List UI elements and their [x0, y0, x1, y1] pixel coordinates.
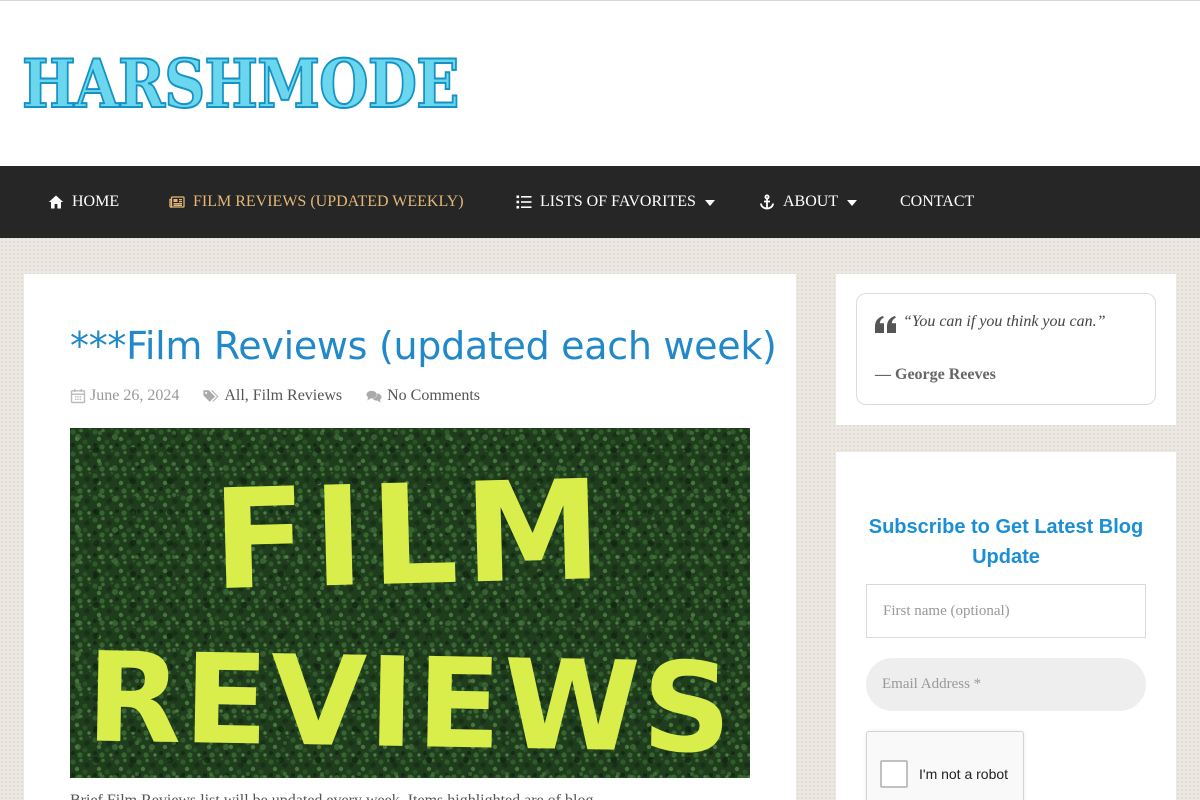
post-excerpt: Brief Film Reviews list will be updated … — [70, 792, 750, 800]
nav-label-film-reviews: FILM REVIEWS (UPDATED WEEKLY) — [193, 193, 464, 210]
poster-title-line2: REVIEWS — [85, 626, 734, 778]
subscribe-title: Subscribe to Get Latest Blog Update — [868, 516, 1144, 568]
quote-text: “You can if you think you can.” — [903, 313, 1106, 330]
anchor-icon — [759, 194, 775, 210]
post-meta: June 26, 2024 All , Film Reviews No Comm… — [70, 385, 504, 407]
site-logo[interactable]: HARSHMODE — [21, 50, 460, 118]
nav-item-film-reviews[interactable]: FILM REVIEWS (UPDATED WEEKLY) — [169, 166, 464, 238]
nav-item-contact[interactable]: CONTACT — [900, 166, 974, 238]
newspaper-icon — [169, 194, 185, 210]
post-comments-group: No Comments — [366, 387, 480, 405]
chevron-down-icon — [704, 200, 715, 206]
nav-item-about[interactable]: ABOUT — [759, 166, 858, 238]
nav-item-lists-of-favorites[interactable]: LISTS OF FAVORITES — [516, 166, 715, 238]
post-title[interactable]: ***Film Reviews (updated each week) — [70, 322, 777, 370]
post-card: ***Film Reviews (updated each week) June… — [24, 274, 796, 800]
category-separator: , — [244, 387, 249, 404]
featured-image[interactable]: FILM REVIEWS — [70, 428, 750, 778]
quote-author: — George Reeves — [875, 366, 996, 383]
nav-label-about: ABOUT — [783, 193, 839, 210]
quote-widget: “You can if you think you can.” — George… — [836, 274, 1176, 425]
nav-label-home: HOME — [72, 193, 120, 210]
poster-title-line1: FILM — [210, 450, 609, 621]
first-name-input[interactable] — [866, 584, 1146, 638]
post-date: June 26, 2024 — [90, 387, 180, 404]
site-header: HARSHMODE — [0, 0, 1200, 166]
quote-box: “You can if you think you can.” — George… — [856, 293, 1156, 405]
post-categories-group: All , Film Reviews — [203, 387, 342, 405]
comments-icon — [366, 388, 383, 404]
subscribe-widget: Subscribe to Get Latest Blog Update I'm … — [836, 452, 1176, 800]
recaptcha-checkbox[interactable] — [880, 760, 908, 788]
email-input[interactable] — [866, 658, 1146, 711]
home-icon — [48, 194, 64, 210]
calendar-icon — [70, 388, 86, 404]
category-link-film-reviews[interactable]: Film Reviews — [253, 387, 342, 405]
list-icon — [516, 194, 532, 210]
nav-label-contact: CONTACT — [900, 193, 975, 210]
recaptcha-label: I'm not a robot — [919, 766, 1009, 782]
recaptcha-widget: I'm not a robot — [866, 731, 1024, 800]
post-date-group: June 26, 2024 — [70, 387, 179, 405]
category-link-all[interactable]: All — [224, 387, 244, 405]
main-navigation: HOME FILM REVIEWS (UPDATED WEEKLY) LISTS… — [0, 166, 1200, 238]
nav-item-home[interactable]: HOME — [48, 166, 119, 238]
comments-link[interactable]: No Comments — [387, 387, 480, 405]
chevron-down-icon — [847, 200, 858, 206]
tags-icon — [203, 388, 221, 404]
quote-left-icon — [875, 316, 897, 334]
nav-label-lists-of-favorites: LISTS OF FAVORITES — [540, 193, 696, 210]
